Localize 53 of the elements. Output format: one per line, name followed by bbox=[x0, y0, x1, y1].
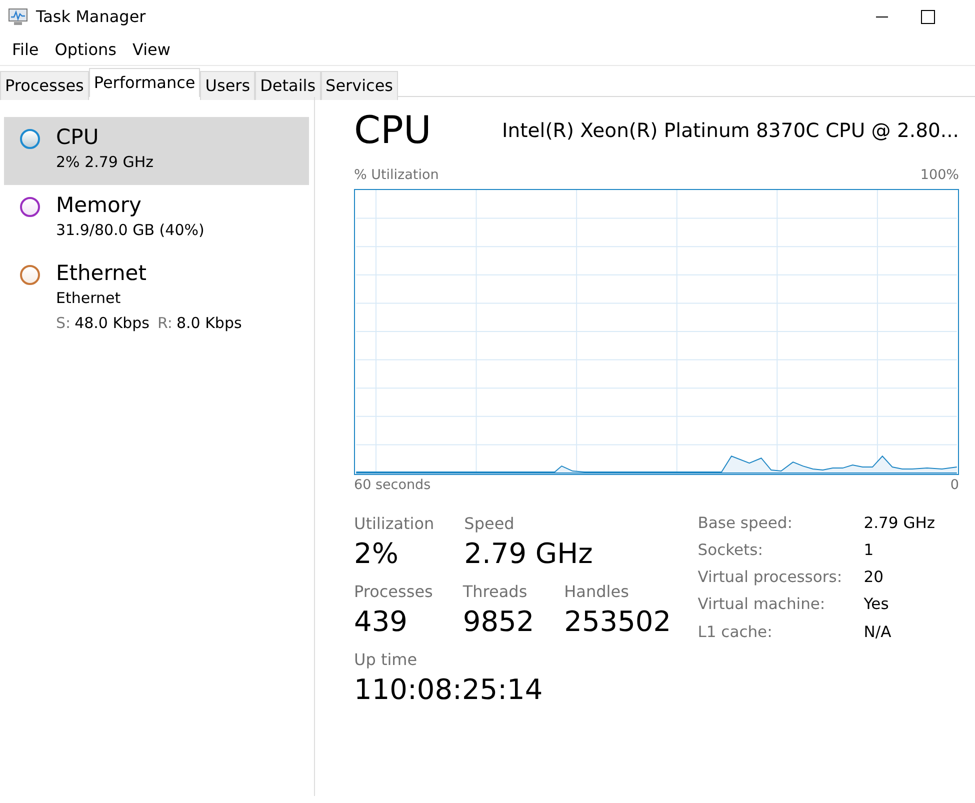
tab[interactable]: Details bbox=[255, 71, 321, 100]
stat-value: Ethernet bbox=[56, 288, 121, 310]
item-title: Memory bbox=[56, 192, 142, 218]
stat-value: 253502 bbox=[564, 604, 672, 640]
axis-label: 60 seconds bbox=[354, 476, 431, 496]
tab[interactable]: Processes bbox=[0, 71, 89, 100]
stat-value: 8.0 Kbps bbox=[176, 312, 242, 334]
axis-label: 100% bbox=[920, 166, 959, 185]
menu-item[interactable]: View bbox=[124, 36, 178, 64]
property-label: Virtual processors: bbox=[698, 567, 844, 588]
property-label: Sockets: bbox=[698, 540, 764, 561]
property-value: 1 bbox=[864, 540, 874, 561]
window-title: Task Manager bbox=[36, 6, 146, 28]
stat-label: R: bbox=[157, 312, 172, 334]
minimize-icon bbox=[876, 16, 888, 18]
sidebar-item[interactable]: CPU 2% 2.79 GHz bbox=[4, 117, 309, 185]
axis-label: 0 bbox=[950, 476, 959, 496]
stat-label: Utilization bbox=[354, 512, 434, 534]
sidebar-item[interactable]: Memory 31.9/80.0 GB (40%) bbox=[4, 184, 309, 253]
tab[interactable]: Services bbox=[320, 71, 398, 100]
stat-label: Threads bbox=[462, 580, 528, 603]
property-label: Virtual machine: bbox=[698, 594, 826, 616]
stat-value: 48.0 Kbps bbox=[74, 312, 150, 334]
processor-name: Intel(R) Xeon(R) Platinum 8370C CPU @ 2.80... bbox=[502, 118, 959, 144]
tab[interactable]: Users bbox=[200, 71, 256, 100]
property-value: 2.79 GHz bbox=[864, 512, 935, 534]
maximize-icon bbox=[921, 10, 935, 24]
stat-label: Handles bbox=[564, 580, 630, 603]
detail-title: CPU bbox=[354, 111, 432, 149]
stat-label: Up time bbox=[354, 649, 418, 672]
menu-item[interactable]: File bbox=[4, 36, 47, 64]
property-value: Yes bbox=[864, 594, 889, 616]
stat-label: Speed bbox=[464, 512, 516, 534]
property-value: 20 bbox=[864, 567, 884, 588]
axis-label: % Utilization bbox=[354, 166, 439, 185]
item-title: Ethernet bbox=[56, 260, 148, 286]
stat-value: 31.9/80.0 GB (40%) bbox=[56, 220, 204, 242]
stat-label: S: bbox=[56, 312, 71, 334]
tab[interactable]: Performance bbox=[88, 68, 200, 97]
sidebar-item[interactable]: Ethernet Ethernet S: 48.0 Kbps R: 8.0 Kbps bbox=[4, 252, 309, 346]
stat-value: 2.79 GHz bbox=[464, 536, 593, 572]
menu-item[interactable]: Options bbox=[46, 36, 125, 64]
app-icon bbox=[8, 8, 28, 26]
stat-value: 9852 bbox=[462, 604, 534, 640]
stat-value: 439 bbox=[354, 604, 408, 640]
stat-value: 2% 2.79 GHz bbox=[56, 152, 154, 174]
property-value: N/A bbox=[864, 622, 892, 642]
property-label: Base speed: bbox=[698, 512, 794, 534]
stat-value: 2% bbox=[354, 536, 400, 572]
item-title: CPU bbox=[56, 125, 100, 150]
stat-value: 110:08:25:14 bbox=[354, 672, 543, 708]
stat-label: Processes bbox=[354, 580, 433, 603]
property-label: L1 cache: bbox=[698, 622, 774, 642]
